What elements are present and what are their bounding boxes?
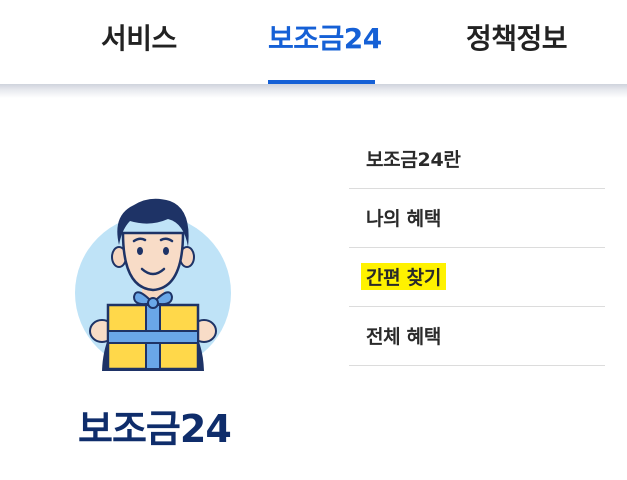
brand-title: 보조금24 bbox=[78, 407, 232, 451]
submenu-item-my-benefits[interactable]: 나의 혜택 bbox=[349, 189, 605, 248]
submenu-item-label: 보조금24란 bbox=[366, 149, 461, 171]
submenu-item-about[interactable]: 보조금24란 bbox=[349, 130, 605, 189]
navigation-shadow bbox=[0, 84, 627, 98]
tab-policy-info[interactable]: 정책정보 bbox=[466, 18, 568, 60]
submenu-item-all-benefits[interactable]: 전체 혜택 bbox=[349, 307, 605, 366]
top-navigation: 서비스 보조금24 정책정보 bbox=[0, 0, 627, 86]
tab-services[interactable]: 서비스 bbox=[101, 18, 177, 60]
submenu-item-label: 전체 혜택 bbox=[366, 326, 442, 348]
submenu-item-quick-search[interactable]: 간편 찾기 bbox=[349, 248, 605, 307]
tab-subsidy24[interactable]: 보조금24 bbox=[268, 18, 382, 60]
submenu-item-label: 나의 혜택 bbox=[366, 208, 442, 230]
submenu-item-label: 간편 찾기 bbox=[361, 263, 447, 290]
subsidy24-submenu: 보조금24란 나의 혜택 간편 찾기 전체 혜택 bbox=[349, 130, 605, 366]
mascot-holding-gift-icon bbox=[75, 198, 231, 371]
